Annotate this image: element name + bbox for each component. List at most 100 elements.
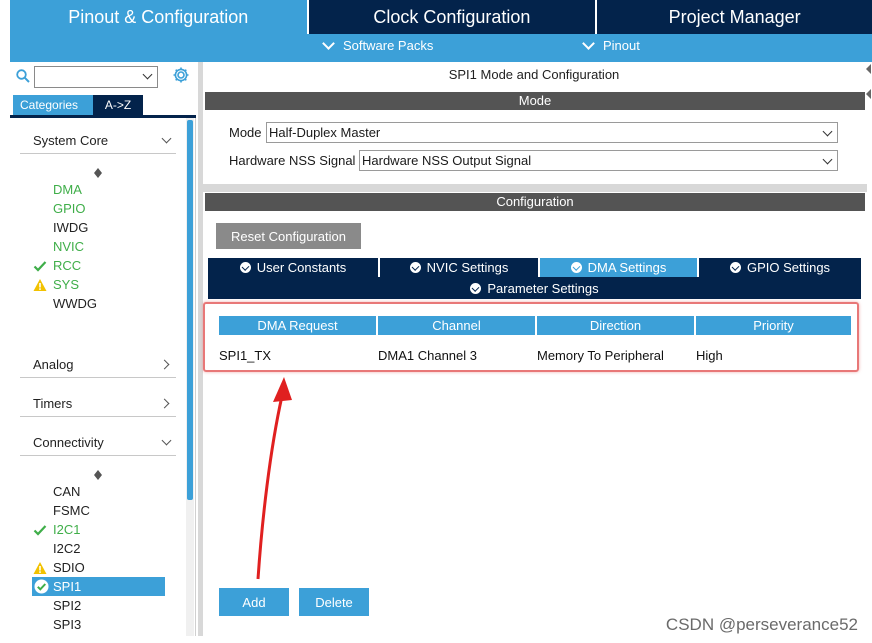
chevron-right-icon (159, 359, 170, 370)
tab-gpio-settings[interactable]: GPIO Settings (699, 258, 861, 277)
page-title: SPI1 Mode and Configuration (448, 67, 620, 82)
warning-icon (33, 562, 47, 574)
section-label: System Core (33, 133, 109, 148)
tree-item-iwdg[interactable]: IWDG (53, 218, 165, 237)
tree-item-i2c2[interactable]: I2C2 (53, 539, 165, 558)
chevron-down-icon (322, 36, 335, 50)
cell-priority: High (696, 347, 723, 363)
tree-item-label: SYS (53, 277, 80, 292)
nss-select[interactable]: Hardware NSS Output Signal (359, 150, 838, 171)
mode-row: Mode (229, 121, 262, 143)
mode-value: Half-Duplex Master (269, 125, 381, 140)
mode-select[interactable]: Half-Duplex Master (266, 122, 838, 143)
tab-project-manager[interactable]: Project Manager (597, 0, 872, 34)
tree-item-sys[interactable]: SYS (33, 275, 165, 294)
cell-channel: DMA1 Channel 3 (378, 347, 477, 363)
watermark: CSDN @perseverance52 (665, 615, 858, 634)
search-input[interactable] (34, 66, 158, 88)
delete-button[interactable]: Delete (299, 588, 369, 616)
software-packs-menu[interactable]: Software Packs (322, 36, 434, 53)
tab-user-constants[interactable]: User Constants (208, 258, 378, 277)
chevron-down-icon (822, 126, 833, 137)
categories-header: Categories A->Z (10, 62, 196, 118)
left-scrollbar[interactable] (186, 118, 194, 636)
nss-value: Hardware NSS Output Signal (362, 153, 532, 168)
cell-direction: Memory To Peripheral (537, 347, 664, 363)
tree-item-label: DMA (53, 182, 82, 197)
tree-item-gpio[interactable]: GPIO (53, 199, 165, 218)
section-divider (203, 184, 867, 192)
section-connectivity[interactable]: Connectivity (20, 430, 176, 456)
check-circle-icon (409, 262, 421, 273)
column-header-dma-request[interactable]: DMA Request (219, 316, 376, 335)
categories-panel: Categories A->Z System Core DMA GPIO IWD… (10, 62, 196, 636)
check-icon (33, 525, 47, 536)
top-tab-bar: Pinout & Configuration Clock Configurati… (0, 0, 872, 34)
check-circle-icon (34, 579, 49, 594)
column-header-direction[interactable]: Direction (537, 316, 694, 335)
section-label: Analog (33, 357, 74, 372)
left-scrollbar-thumb[interactable] (187, 120, 193, 500)
gear-icon[interactable] (172, 66, 190, 84)
tree-item-label: I2C2 (53, 541, 81, 556)
pinout-menu[interactable]: Pinout (582, 36, 640, 53)
tab-label: GPIO Settings (746, 260, 831, 275)
sub-toolbar: Software Packs Pinout (10, 34, 872, 62)
nss-row: Hardware NSS Signal (229, 149, 355, 171)
chevron-down-icon (161, 133, 172, 144)
tree-item-i2c1[interactable]: I2C1 (33, 520, 165, 539)
column-header-priority[interactable]: Priority (696, 316, 851, 335)
tree-item-dma[interactable]: DMA (53, 180, 165, 199)
tree-item-sdio[interactable]: SDIO (33, 558, 165, 577)
configuration-panel: SPI1 Mode and Configuration Mode Mode Ha… (203, 62, 871, 636)
tree-item-rcc[interactable]: RCC (33, 256, 165, 275)
chevron-down-icon (142, 69, 153, 80)
tab-pinout-configuration[interactable]: Pinout & Configuration (10, 0, 307, 34)
tab-parameter-settings[interactable]: Parameter Settings (208, 279, 861, 298)
tree-item-can[interactable]: CAN (53, 482, 165, 501)
software-packs-label: Software Packs (343, 38, 434, 53)
tree-item-label: GPIO (53, 201, 86, 216)
tree-item-spi3[interactable]: SPI3 (53, 615, 165, 634)
tree-item-label: WWDG (53, 296, 98, 311)
chevron-right-icon (159, 398, 170, 409)
tab-nvic-settings[interactable]: NVIC Settings (380, 258, 538, 277)
scroll-up-icon[interactable] (94, 168, 102, 178)
tree-item-fsmc[interactable]: FSMC (53, 501, 165, 520)
section-analog[interactable]: Analog (20, 352, 176, 378)
nss-label: Hardware NSS Signal (229, 152, 356, 168)
tab-dma-settings[interactable]: DMA Settings (540, 258, 697, 277)
scroll-up-icon[interactable] (94, 470, 102, 480)
tab-label: Parameter Settings (487, 281, 599, 296)
section-label: Timers (33, 396, 73, 411)
pinout-label: Pinout (603, 38, 640, 53)
check-icon (33, 261, 47, 272)
column-header-channel[interactable]: Channel (378, 316, 535, 335)
tab-clock-configuration[interactable]: Clock Configuration (308, 0, 596, 34)
search-icon[interactable] (16, 69, 30, 83)
tab-a-to-z[interactable]: A->Z (93, 95, 143, 115)
right-scrollbar[interactable] (866, 64, 872, 564)
cell-dma-request: SPI1_TX (219, 347, 272, 363)
configuration-section-bar: Configuration (205, 193, 865, 211)
tree-item-nvic[interactable]: NVIC (53, 237, 165, 256)
check-circle-icon (239, 262, 251, 273)
section-system-core[interactable]: System Core (20, 128, 176, 154)
tab-categories[interactable]: Categories (13, 95, 93, 115)
reset-configuration-button[interactable]: Reset Configuration (216, 223, 361, 249)
mode-section-bar: Mode (205, 92, 865, 110)
add-button[interactable]: Add (219, 588, 289, 616)
tree-item-label: SPI3 (53, 617, 82, 632)
tree-item-label: NVIC (53, 239, 85, 254)
chevron-down-icon (822, 154, 833, 165)
tree-item-wwdg[interactable]: WWDG (53, 294, 165, 313)
check-circle-icon (470, 283, 482, 294)
tree-item-spi2[interactable]: SPI2 (53, 596, 165, 615)
tree-item-spi1[interactable]: SPI1 (32, 577, 165, 596)
chevron-down-icon (582, 36, 595, 50)
tree-item-label: RCC (53, 258, 82, 273)
section-timers[interactable]: Timers (20, 391, 176, 417)
tree-item-label: SPI2 (53, 598, 82, 613)
warning-icon (33, 279, 47, 291)
check-circle-icon (570, 262, 582, 273)
